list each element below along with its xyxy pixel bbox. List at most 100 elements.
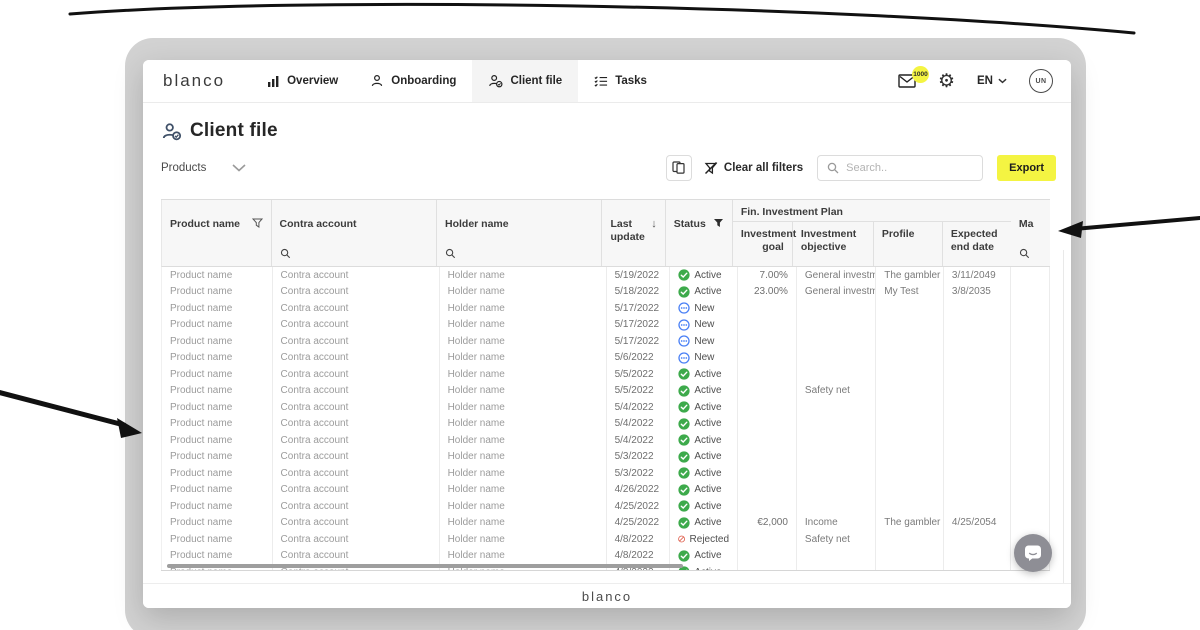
table-row[interactable]: Product name Contra account Holder name 5/1… (162, 333, 1050, 350)
table-cell-objective (797, 498, 877, 515)
table-row[interactable]: Product name Contra account Holder name 5/5… (162, 382, 1050, 399)
table-cell-end (944, 547, 1011, 564)
table-cell-profile (876, 300, 944, 317)
table-row[interactable]: Product name Contra account Holder name 5/1… (162, 283, 1050, 300)
table-cell-date: 4/25/2022 (607, 498, 671, 515)
table-cell-status: Rejected (670, 531, 739, 548)
status-active-icon (678, 500, 690, 512)
column-header-investment-goal: Investment goal (733, 222, 796, 266)
table-cell-date: 5/17/2022 (607, 316, 671, 333)
tab-client-file[interactable]: Client file (472, 60, 579, 102)
chevron-down-icon (998, 78, 1007, 84)
table-cell-goal (738, 448, 797, 465)
status-active-icon (678, 517, 690, 529)
chat-launcher-button[interactable] (1014, 534, 1052, 572)
table-cell-ma (1011, 267, 1050, 284)
table-cell-contra: Contra account (273, 448, 440, 465)
table-row[interactable]: Product name Contra account Holder name 5/1… (162, 300, 1050, 317)
table-cell-objective: General investment (797, 267, 877, 284)
table-cell-date: 5/3/2022 (607, 465, 671, 482)
vertical-scrollbar[interactable] (1063, 250, 1064, 608)
tab-label: Onboarding (391, 75, 457, 87)
table-row[interactable]: Product name Contra account Holder name 4/2… (162, 481, 1050, 498)
table-cell-end (944, 316, 1011, 333)
search-input[interactable] (846, 161, 967, 174)
table-cell-holder: Holder name (440, 399, 607, 416)
table-row[interactable]: Product name Contra account Holder name 5/6… (162, 349, 1050, 366)
table-row[interactable]: Product name Contra account Holder name 5/3… (162, 465, 1050, 482)
table-cell-status: New (670, 300, 739, 317)
table-row[interactable]: Product name Contra account Holder name 5/4… (162, 399, 1050, 416)
table-cell-objective (797, 399, 877, 416)
language-selector[interactable]: EN (977, 75, 1007, 87)
blanco-logo[interactable]: blanco (163, 71, 225, 91)
products-dropdown[interactable]: Products (161, 162, 246, 174)
filter-icon[interactable] (251, 218, 263, 228)
table-row[interactable]: Product name Contra account Holder name 5/1… (162, 267, 1050, 284)
tab-onboarding[interactable]: Onboarding (354, 60, 472, 102)
sort-descending-icon[interactable]: ↓ (651, 218, 657, 232)
clear-all-filters-button[interactable]: Clear all filters (704, 161, 803, 175)
table-cell-date: 5/4/2022 (607, 399, 671, 416)
table-cell-ma (1011, 316, 1050, 333)
column-settings-button[interactable] (665, 154, 692, 181)
table-cell-ma (1011, 481, 1050, 498)
table-cell-contra: Contra account (273, 300, 440, 317)
table-cell-end (944, 349, 1011, 366)
table-cell-end (944, 531, 1011, 548)
table-cell-product: Product name (162, 399, 273, 416)
table-cell-ma (1011, 498, 1050, 515)
table-cell-goal (738, 316, 797, 333)
table-cell-goal (738, 432, 797, 449)
mail-button[interactable]: 1000 (898, 66, 929, 88)
column-search-icon[interactable] (1019, 248, 1030, 259)
tab-tasks[interactable]: Tasks (578, 60, 663, 102)
table-cell-product: Product name (162, 448, 273, 465)
table-cell-ma (1011, 366, 1050, 383)
table-row[interactable]: Product name Contra account Holder name 5/3… (162, 448, 1050, 465)
table-cell-date: 5/4/2022 (607, 432, 671, 449)
table-cell-contra: Contra account (273, 316, 440, 333)
table-cell-ma (1011, 300, 1050, 317)
table-cell-holder: Holder name (440, 531, 607, 548)
table-cell-objective (797, 448, 877, 465)
table-row[interactable]: Product name Contra account Holder name 5/4… (162, 432, 1050, 449)
status-new-icon (678, 335, 691, 347)
table-cell-product: Product name (162, 267, 273, 284)
table-cell-profile (876, 432, 944, 449)
gear-icon[interactable]: ⚙ (938, 72, 955, 91)
table-cell-date: 4/8/2022 (607, 547, 671, 564)
table-cell-profile: My Test (876, 283, 944, 300)
table-row[interactable]: Product nameContra accountHolder name4/8… (162, 547, 1050, 564)
column-search-icon[interactable] (445, 248, 456, 259)
table-cell-product: Product name (162, 349, 273, 366)
table-cell-product: Product name (162, 283, 273, 300)
tab-overview[interactable]: Overview (251, 60, 354, 102)
column-header-profile: Profile (874, 222, 943, 266)
filter-filled-icon[interactable] (713, 218, 724, 228)
table-cell-objective: Income (797, 514, 877, 531)
export-button[interactable]: Export (997, 154, 1056, 181)
table-cell-status: Active (670, 481, 739, 498)
column-header-product-name: Product name (170, 218, 241, 230)
table-cell-status: Active (670, 366, 739, 383)
table-row[interactable]: Product name Contra account Holder name 5/1… (162, 316, 1050, 333)
status-active-icon (678, 451, 690, 463)
column-search-icon[interactable] (280, 248, 291, 259)
footer-blanco-logo: blanco (581, 588, 633, 604)
table-row[interactable]: Product nameContra accountHolder name4/8… (162, 531, 1050, 548)
table-cell-holder: Holder name (440, 349, 607, 366)
status-new-icon (678, 302, 691, 314)
table-cell-end (944, 382, 1011, 399)
table-cell-objective (797, 415, 877, 432)
table-row[interactable]: Product name Contra account Holder name 4/2… (162, 514, 1050, 531)
column-header-contra-account: Contra account (279, 218, 357, 230)
table-cell-goal (738, 366, 797, 383)
table-row[interactable]: Product name Contra account Holder name 5/5… (162, 366, 1050, 383)
table-cell-end (944, 448, 1011, 465)
table-row[interactable]: Product name Contra account Holder name 4/2… (162, 498, 1050, 515)
horizontal-scrollbar[interactable] (167, 564, 683, 568)
table-cell-product: Product name (162, 415, 273, 432)
table-row[interactable]: Product name Contra account Holder name 5/4… (162, 415, 1050, 432)
avatar[interactable]: UN (1029, 69, 1053, 93)
